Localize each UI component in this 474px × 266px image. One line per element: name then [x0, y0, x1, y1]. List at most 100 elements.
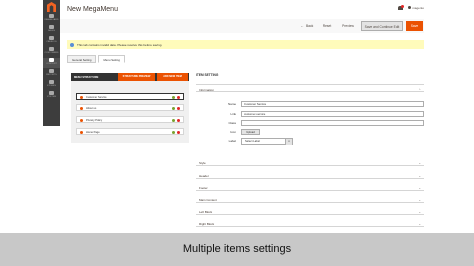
reset-button[interactable]: Reset — [320, 21, 334, 31]
tab-menu-setting[interactable]: Menu Setting — [98, 55, 125, 63]
magento-logo-icon[interactable] — [47, 2, 56, 12]
section-label: Style — [199, 160, 206, 165]
menu-item[interactable]: Privacy Policy — [76, 116, 184, 123]
sidebar-item-label: SYSTEM — [47, 96, 56, 98]
class-input[interactable] — [241, 120, 424, 126]
edit-icon[interactable] — [171, 106, 175, 110]
name-input[interactable] — [241, 101, 424, 107]
store-icon — [49, 80, 54, 84]
label-select[interactable]: Select Label ▾ — [241, 138, 293, 145]
save-button[interactable]: Save — [406, 21, 423, 31]
menu-item[interactable]: About us — [76, 104, 184, 111]
section-information[interactable]: Information ⌃ — [196, 84, 424, 92]
section-label: Left Block — [199, 209, 213, 214]
sidebar-item-label: STORES — [47, 85, 56, 87]
link-label: Link — [230, 112, 236, 116]
section-right-block[interactable]: Right Block ⌄ — [196, 219, 424, 227]
drag-handle-icon[interactable] — [79, 107, 83, 110]
menu-item[interactable]: Customer Service — [76, 93, 184, 100]
delete-icon[interactable] — [176, 130, 180, 134]
notice-text: This tab contains invalid data. Please r… — [77, 42, 163, 47]
section-label: Information — [199, 87, 215, 92]
tab-general-setting[interactable]: General Setting — [67, 55, 97, 63]
menu-structure-panel: MENU STRUCTURE STRUCTURE PREVIEW ADD NEW… — [71, 73, 189, 143]
section-style[interactable]: Style ⌄ — [196, 158, 424, 166]
back-label: Back — [305, 24, 314, 28]
admin-app: DASHBOARD SALES CATALOG CUSTOMERS CONTEN… — [0, 0, 474, 233]
section-main-content[interactable]: Main Content ⌄ — [196, 195, 424, 203]
box-icon — [49, 36, 54, 40]
upload-button[interactable]: Upload — [241, 129, 260, 135]
delete-icon[interactable] — [176, 118, 180, 122]
sidebar-item-label: CONTENT — [46, 63, 57, 65]
sidebar-item-content[interactable]: CONTENT — [43, 58, 60, 68]
preview-button[interactable]: Preview — [339, 21, 357, 31]
sidebar-item-catalog[interactable]: CATALOG — [43, 36, 60, 46]
menu-structure-header: MENU STRUCTURE STRUCTURE PREVIEW ADD NEW… — [71, 73, 189, 81]
menu-item-label: Customer Service — [86, 95, 107, 99]
item-setting-title: ITEM SETTING — [196, 73, 219, 77]
user-icon — [49, 47, 54, 51]
chevron-down-icon: ⌄ — [418, 160, 421, 165]
sidebar-item-sales[interactable]: SALES — [43, 25, 60, 35]
edit-icon[interactable] — [171, 118, 175, 122]
menu-item-label: Privacy Policy — [86, 118, 103, 122]
section-label: Header — [199, 173, 209, 178]
info-notice: This tab contains invalid data. Please r… — [67, 40, 424, 49]
sidebar-item-dashboard[interactable]: DASHBOARD — [43, 14, 60, 24]
chevron-down-icon: ⌄ — [418, 173, 421, 178]
sidebar-item-label: CUSTOMERS — [44, 52, 59, 54]
chevron-down-icon: ⌄ — [418, 197, 421, 202]
edit-icon[interactable] — [171, 95, 175, 99]
menu-item[interactable]: Home Page — [76, 128, 184, 135]
menu-item-label: About us — [86, 106, 97, 110]
notifications-bell-icon[interactable] — [398, 5, 405, 10]
user-menu[interactable]: magento — [408, 6, 424, 10]
sidebar-item-customers[interactable]: CUSTOMERS — [43, 47, 60, 57]
admin-sidebar: DASHBOARD SALES CATALOG CUSTOMERS CONTEN… — [43, 0, 60, 126]
save-and-continue-button[interactable]: Save and Continue Edit — [361, 21, 403, 31]
sidebar-item-label: CATALOG — [46, 41, 57, 43]
caption-text: Multiple items settings — [182, 243, 292, 255]
label-select-value: Select Label — [245, 140, 260, 143]
info-icon — [70, 42, 74, 47]
back-button[interactable]: ← Back — [296, 21, 318, 31]
dollar-icon — [49, 25, 54, 29]
user-avatar-icon — [408, 6, 412, 9]
label-label: Label — [228, 139, 236, 143]
bar-chart-icon — [49, 69, 54, 73]
menu-structure-title: MENU STRUCTURE — [74, 75, 99, 79]
chevron-down-icon: ⌄ — [418, 209, 421, 214]
header-tools: magento — [398, 5, 424, 10]
sidebar-item-stores[interactable]: STORES — [43, 80, 60, 90]
sidebar-item-label: DASHBOARD — [44, 19, 59, 21]
arrow-left-icon: ← — [300, 24, 304, 28]
section-footer[interactable]: Footer ⌄ — [196, 183, 424, 191]
notification-count-badge — [401, 5, 405, 8]
caption-bar: Multiple items settings — [0, 233, 474, 266]
edit-icon[interactable] — [171, 130, 175, 134]
sidebar-item-label: SALES — [47, 30, 56, 32]
link-input[interactable] — [241, 111, 424, 117]
drag-handle-icon[interactable] — [79, 96, 83, 99]
drag-handle-icon[interactable] — [79, 119, 83, 122]
sidebar-item-system[interactable]: SYSTEM — [43, 91, 60, 101]
section-header[interactable]: Header ⌄ — [196, 171, 424, 179]
chevron-down-icon: ⌄ — [418, 185, 421, 190]
section-left-block[interactable]: Left Block ⌄ — [196, 207, 424, 215]
settings-tabs: General Setting Menu Setting — [67, 55, 125, 63]
section-label: Main Content — [199, 197, 217, 202]
structure-preview-button[interactable]: STRUCTURE PREVIEW — [118, 73, 155, 81]
add-new-item-button[interactable]: ADD NEW ITEM — [157, 73, 188, 81]
section-label: Footer — [199, 185, 208, 190]
user-name: magento — [412, 5, 424, 10]
delete-icon[interactable] — [176, 95, 180, 99]
page-title: New MegaMenu — [67, 6, 118, 13]
gear-icon — [49, 91, 54, 95]
name-label: Name — [227, 102, 236, 106]
section-label: Right Block — [199, 221, 215, 226]
drag-handle-icon[interactable] — [79, 131, 83, 134]
delete-icon[interactable] — [176, 106, 180, 110]
sidebar-item-reports[interactable]: REPORTS — [43, 69, 60, 79]
dashboard-icon — [49, 14, 54, 18]
